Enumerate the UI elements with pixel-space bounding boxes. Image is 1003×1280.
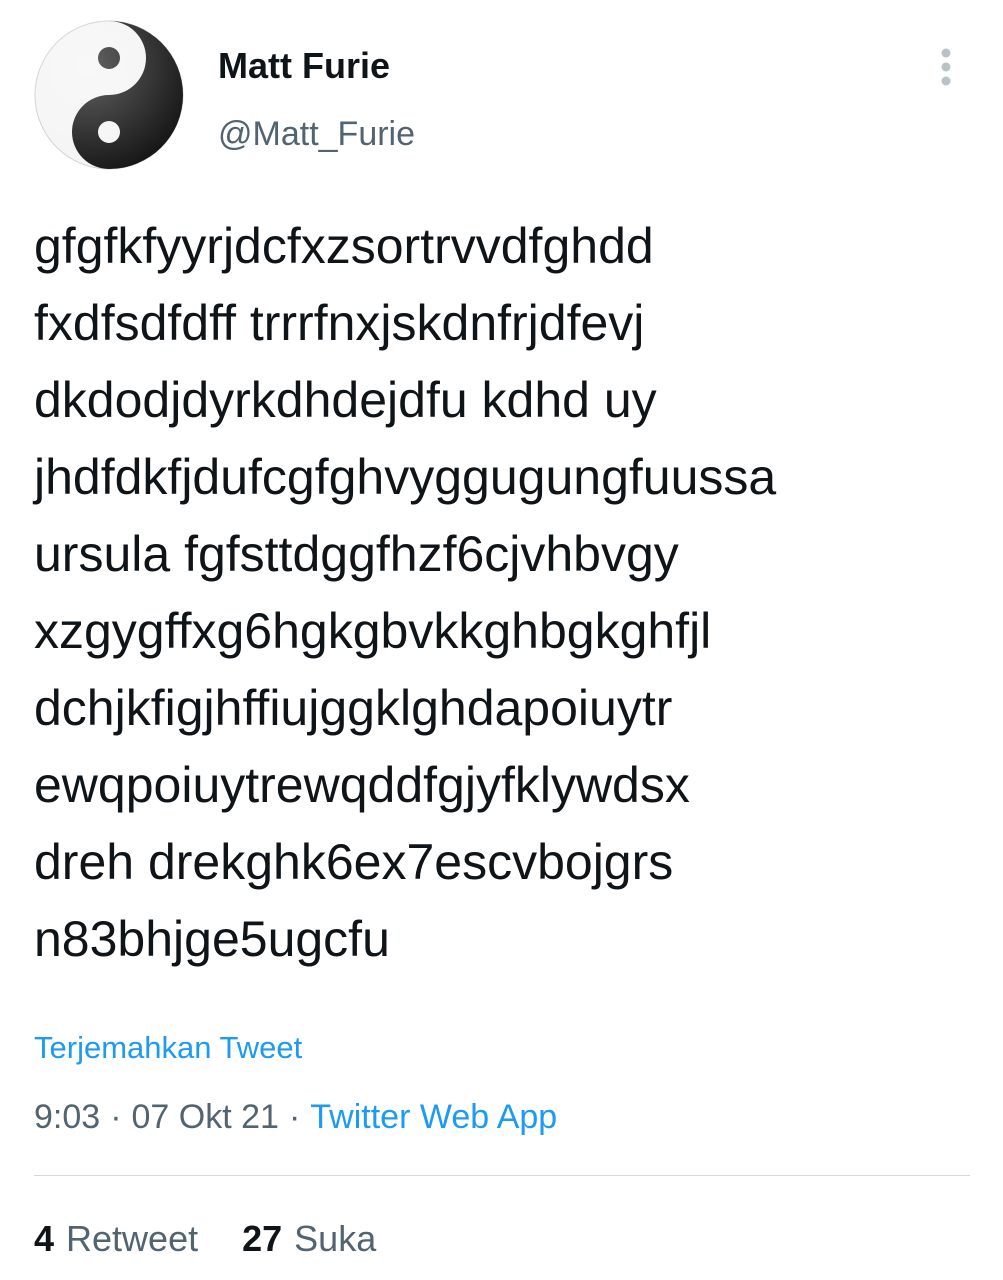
separator: ·: [288, 1098, 301, 1136]
like-label: Suka: [294, 1218, 377, 1259]
separator: ·: [110, 1098, 122, 1136]
retweet-count: 4: [34, 1218, 55, 1259]
divider: [34, 1175, 970, 1176]
like-stat[interactable]: 27 Suka: [242, 1214, 376, 1264]
tweet-date[interactable]: 07 Okt 21: [132, 1098, 279, 1136]
yin-yang-icon: [34, 20, 184, 170]
like-count: 27: [242, 1218, 283, 1259]
author-handle[interactable]: @Matt_Furie: [218, 112, 415, 156]
retweet-label: Retweet: [66, 1218, 199, 1259]
avatar[interactable]: [34, 20, 184, 170]
translate-tweet-link[interactable]: Terjemahkan Tweet: [34, 1026, 302, 1070]
tweet-time[interactable]: 9:03: [34, 1098, 100, 1136]
tweet-source-link[interactable]: Twitter Web App: [310, 1098, 557, 1136]
retweet-stat[interactable]: 4 Retweet: [34, 1214, 198, 1264]
tweet-text: gfgfkfyyrjdcfxzsortrvvdfghdd fxdfsdfdff …: [34, 218, 777, 967]
more-options-button[interactable]: [926, 44, 966, 94]
tweet-header: Matt Furie @Matt_Furie: [0, 0, 1003, 180]
author-name[interactable]: Matt Furie: [218, 44, 390, 88]
vertical-ellipsis-icon: [941, 48, 951, 86]
tweet-meta: 9:03 · 07 Okt 21 · Twitter Web App: [34, 1092, 557, 1142]
tweet-stats: 4 Retweet 27 Suka: [34, 1214, 410, 1264]
